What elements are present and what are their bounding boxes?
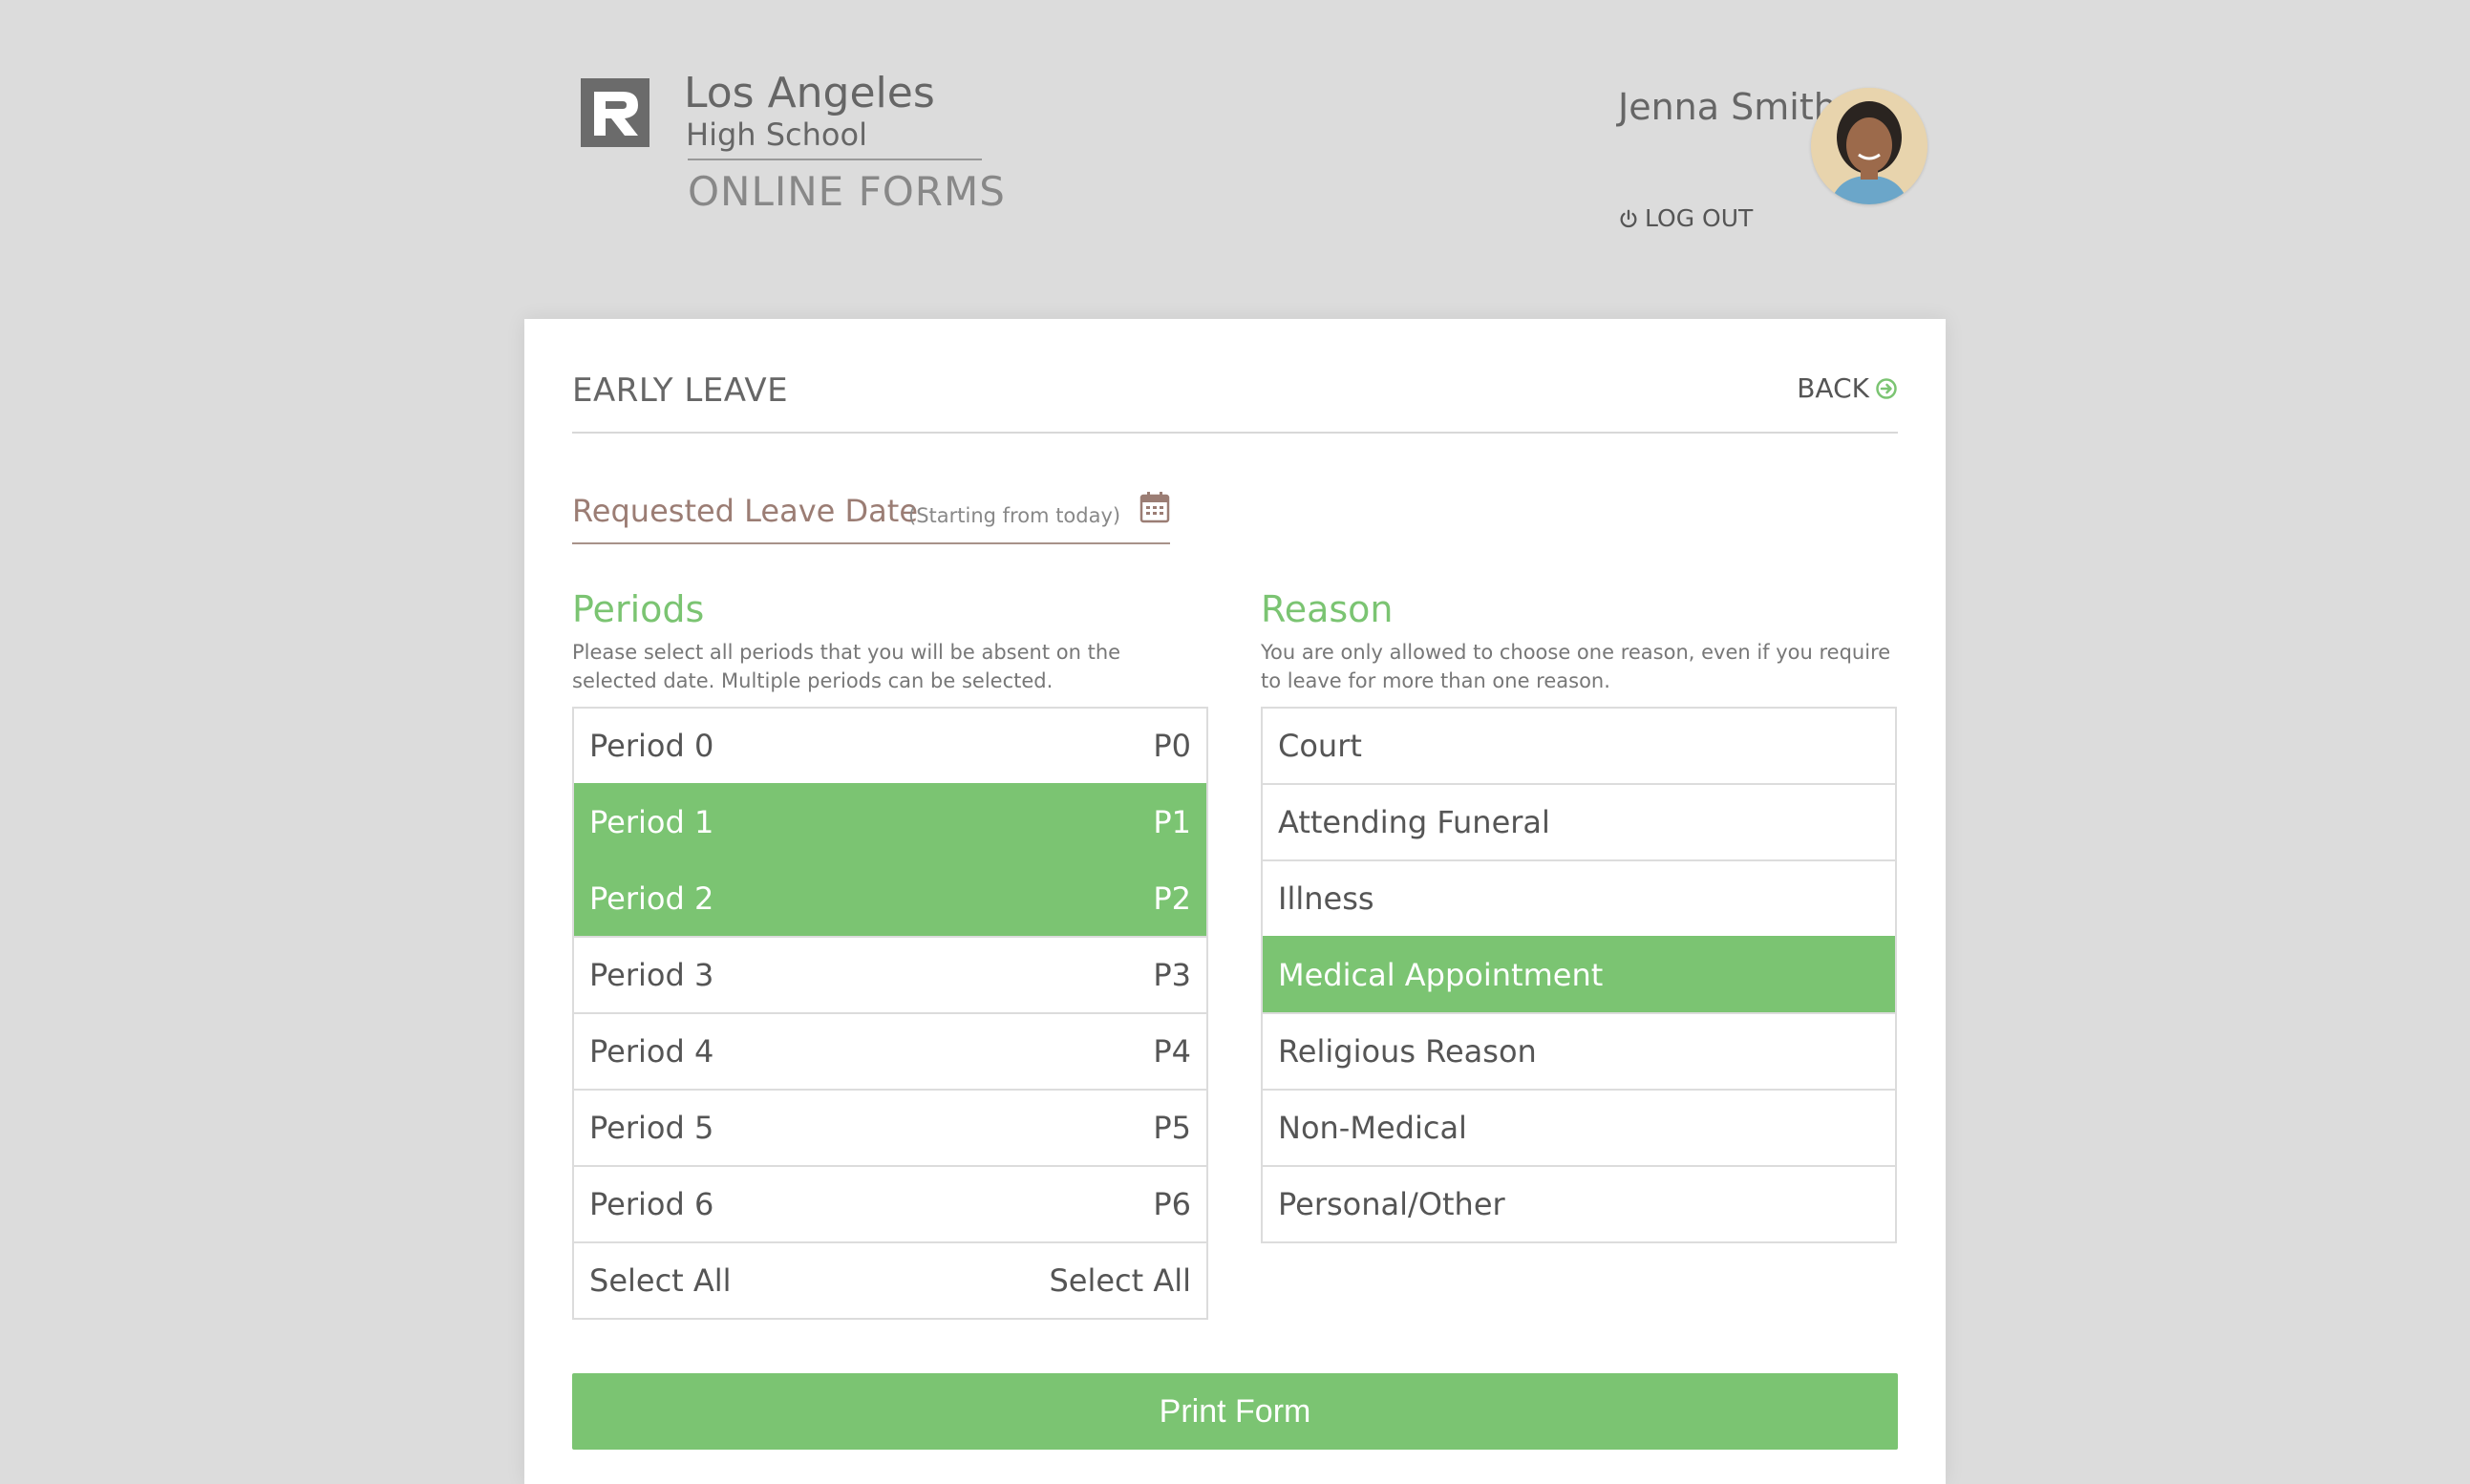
reason-item-court[interactable]: Court [1263, 709, 1895, 783]
periods-description: Please select all periods that you will … [572, 641, 1121, 692]
reason-item-funeral[interactable]: Attending Funeral [1263, 783, 1895, 859]
logout-label: LOG OUT [1645, 204, 1754, 232]
print-form-button[interactable]: Print Form [572, 1373, 1898, 1450]
logout-button[interactable]: LOG OUT [1618, 204, 1753, 232]
period-item-6[interactable]: Period 6 P6 [574, 1165, 1206, 1241]
back-button[interactable]: BACK [1797, 372, 1898, 404]
reason-section: Reason You are only allowed to choose on… [1261, 588, 1897, 1243]
avatar[interactable] [1811, 88, 1927, 204]
reason-description: You are only allowed to choose one reaso… [1261, 641, 1891, 692]
leave-date-input[interactable]: Requested Leave Date (Starting from toda… [572, 483, 1170, 544]
reason-item-personal[interactable]: Personal/Other [1263, 1165, 1895, 1241]
period-item-2[interactable]: Period 2 P2 [574, 859, 1206, 936]
back-label: BACK [1797, 372, 1869, 404]
period-item-3[interactable]: Period 3 P3 [574, 936, 1206, 1012]
reason-title: Reason [1261, 588, 1394, 630]
period-item-4[interactable]: Period 4 P4 [574, 1012, 1206, 1089]
periods-title: Periods [572, 588, 705, 630]
school-logo: Los Angeles High School ONLINE FORMS [581, 69, 1005, 241]
school-subtitle: High School [686, 117, 867, 153]
avatar-image [1811, 88, 1927, 204]
school-logo-icon [581, 78, 649, 147]
periods-list: Period 0 P0 Period 1 P1 Period 2 P2 Period … [572, 707, 1208, 1320]
leave-date-label: Requested Leave Date [572, 493, 918, 529]
calendar-icon[interactable] [1139, 491, 1170, 523]
period-item-5[interactable]: Period 5 P5 [574, 1089, 1206, 1165]
select-all-periods[interactable]: Select All Select All [574, 1241, 1206, 1318]
user-name: Jenna Smith [1618, 86, 1837, 128]
logo-divider [688, 159, 982, 160]
reason-list: Court Attending Funeral Illness Medical … [1261, 707, 1897, 1243]
reason-item-religious[interactable]: Religious Reason [1263, 1012, 1895, 1089]
periods-section: Periods Please select all periods that y… [572, 588, 1208, 1320]
title-divider [572, 432, 1898, 434]
early-leave-card: EARLY LEAVE BACK Requested Leave Date (S… [524, 319, 1946, 1484]
reason-item-non-medical[interactable]: Non-Medical [1263, 1089, 1895, 1165]
arrow-circle-right-icon [1876, 377, 1897, 399]
period-item-1[interactable]: Period 1 P1 [574, 783, 1206, 859]
power-icon [1620, 209, 1637, 227]
app-name: ONLINE FORMS [688, 168, 1006, 215]
leave-date-hint: (Starting from today) [908, 504, 1121, 527]
page-title: EARLY LEAVE [572, 371, 789, 410]
reason-item-medical[interactable]: Medical Appointment [1263, 936, 1895, 1012]
school-name: Los Angeles [684, 69, 935, 117]
reason-item-illness[interactable]: Illness [1263, 859, 1895, 936]
period-item-0[interactable]: Period 0 P0 [574, 709, 1206, 783]
